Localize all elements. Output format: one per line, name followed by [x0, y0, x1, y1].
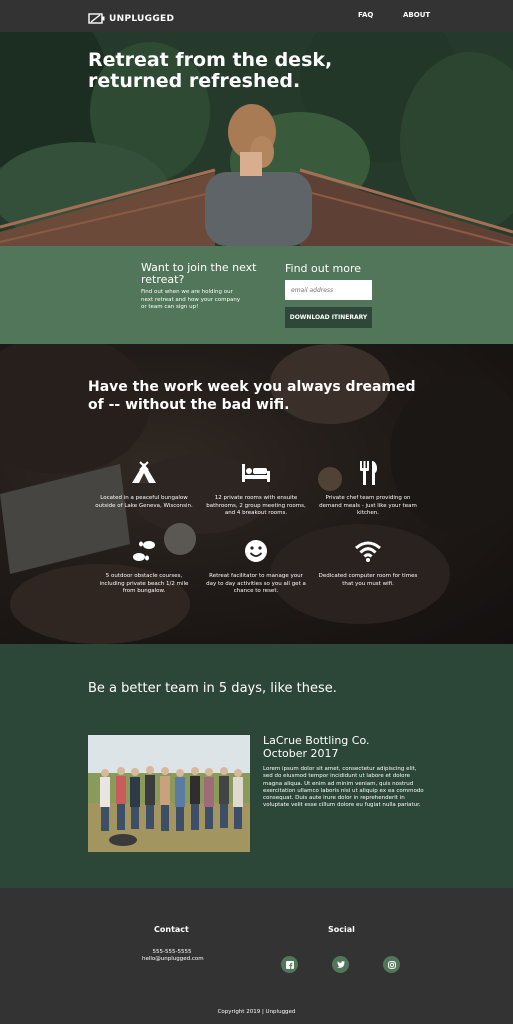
smile-icon: [206, 537, 306, 565]
contact-email[interactable]: hello@unplugged.com: [142, 956, 204, 962]
feature-item-outdoor: 5 outdoor obstacle courses, including pr…: [94, 537, 194, 596]
nav-faq-link[interactable]: FAQ: [358, 11, 373, 19]
bed-icon: [206, 459, 306, 487]
download-itinerary-button[interactable]: DOWNLOAD ITINERARY: [285, 307, 372, 328]
case-study-title: LaCrue Bottling Co. October 2017: [263, 734, 370, 760]
facebook-icon: [285, 960, 294, 969]
hero-title-line2: returned refreshed.: [88, 70, 301, 92]
feature-item-facilitator: Retreat facilitator to manage your day t…: [206, 537, 306, 596]
case-study-body: Lorem ipsum dolor sit amet, consectetur …: [263, 766, 424, 809]
features-section: Have the work week you always dreamed of…: [0, 344, 513, 644]
footprints-icon: [94, 537, 194, 565]
feature-text: 12 private rooms with ensuite bathrooms,…: [206, 495, 306, 516]
instagram-button[interactable]: [383, 956, 400, 973]
twitter-icon: [336, 961, 345, 968]
case-company-name: LaCrue Bottling Co.: [263, 734, 370, 747]
social-heading: Social: [328, 925, 355, 934]
facebook-button[interactable]: [281, 956, 298, 973]
contact-phone[interactable]: 555-555-5555: [142, 949, 202, 955]
wifi-icon: [318, 537, 418, 565]
brand-logo[interactable]: UNPLUGGED: [88, 9, 174, 28]
features-title: Have the work week you always dreamed of…: [88, 379, 416, 413]
instagram-icon: [387, 960, 396, 969]
brand-name: UNPLUGGED: [109, 13, 175, 24]
hero-banner: Retreat from the desk, returned refreshe…: [0, 32, 513, 246]
team-photo-image: [88, 735, 250, 852]
utensils-icon: [318, 459, 418, 487]
teams-title: Be a better team in 5 days, like these.: [88, 681, 337, 696]
nav-about-link[interactable]: ABOUT: [403, 11, 430, 19]
feature-item-rooms: 12 private rooms with ensuite bathrooms,…: [206, 459, 306, 518]
feature-text: Located in a peaceful bungalow outside o…: [95, 495, 193, 509]
email-field[interactable]: [285, 280, 372, 300]
feature-item-chef: Private chef team providing on demand me…: [318, 459, 418, 518]
feature-text: Retreat facilitator to manage your day t…: [206, 573, 306, 594]
feature-text: Private chef team providing on demand me…: [319, 495, 417, 516]
copyright-text: Copyright 2019 | Unplugged: [217, 1009, 296, 1015]
teams-section: Be a better team in 5 days, like these.: [0, 644, 513, 888]
twitter-button[interactable]: [332, 956, 349, 973]
hero-title: Retreat from the desk, returned refreshe…: [88, 50, 388, 92]
find-out-heading: Find out more: [285, 262, 362, 275]
footer: Contact 555-555-5555 hello@unplugged.com…: [0, 888, 513, 1024]
team-photo: [88, 735, 250, 852]
contact-heading: Contact: [154, 925, 189, 934]
feature-text: 5 outdoor obstacle courses, including pr…: [99, 573, 189, 594]
campground-icon: [94, 459, 194, 487]
feature-text: Dedicated computer room for times that y…: [318, 573, 418, 587]
join-section: Want to join the next retreat? Find out …: [0, 246, 513, 344]
hero-title-line1: Retreat from the desk,: [88, 49, 333, 71]
join-heading: Want to join the next retreat?: [141, 261, 257, 286]
feature-item-wifi: Dedicated computer room for times that y…: [318, 537, 418, 588]
join-description: Find out when we are holding our next re…: [141, 289, 241, 310]
case-date: October 2017: [263, 747, 339, 760]
top-nav: UNPLUGGED FAQ ABOUT: [0, 0, 513, 32]
feature-item-location: Located in a peaceful bungalow outside o…: [94, 459, 194, 510]
unplugged-battery-icon: [88, 9, 105, 28]
